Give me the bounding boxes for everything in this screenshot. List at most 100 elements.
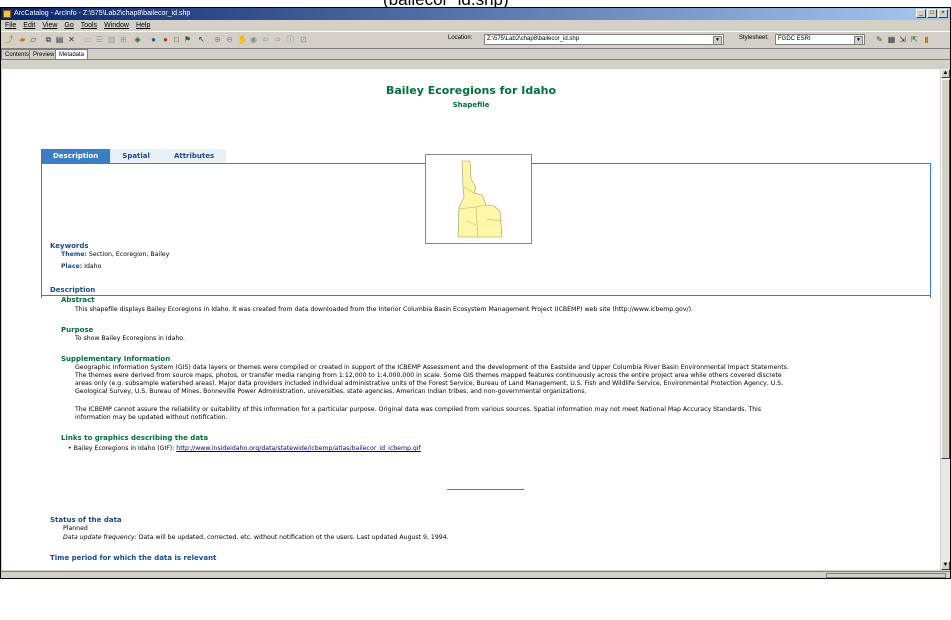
- theme-keywords: Theme: Section, Ecoregion, Bailey: [61, 251, 169, 259]
- update-frequency-label: Data update frequency:: [63, 534, 137, 541]
- menu-edit[interactable]: Edit: [23, 20, 35, 31]
- description-heading: Description: [50, 286, 96, 294]
- minimize-button[interactable]: _: [916, 9, 926, 18]
- supplementary-line-6: information may be updated without notif…: [75, 414, 228, 421]
- idaho-map-thumbnail: [457, 160, 503, 238]
- forward-icon[interactable]: ⇨: [273, 35, 282, 44]
- create-thumbnail-icon[interactable]: ⊡: [299, 35, 308, 44]
- tab-attributes[interactable]: Attributes: [161, 149, 227, 163]
- time-period-heading: Time period for which the data is releva…: [50, 554, 217, 562]
- location-input[interactable]: Z:\575\Lab2\chap8\bailecor_id.shp ▼: [484, 34, 724, 45]
- back-icon[interactable]: ⇦: [261, 35, 270, 44]
- arctoolbox-icon[interactable]: ●: [161, 35, 170, 44]
- thumbnails-icon[interactable]: ⊞: [119, 35, 128, 44]
- edit-metadata-icon[interactable]: ✎: [875, 35, 884, 44]
- theme-label: Theme:: [61, 251, 87, 258]
- zoom-out-icon[interactable]: ⊖: [225, 35, 234, 44]
- metadata-tabs: Description Spatial Attributes: [41, 149, 227, 163]
- menu-window[interactable]: Window: [104, 20, 129, 31]
- menu-tools[interactable]: Tools: [81, 20, 97, 31]
- keywords-heading: Keywords: [50, 242, 89, 250]
- panel-border-left: [41, 163, 42, 298]
- model-builder-icon[interactable]: ⚑: [183, 35, 192, 44]
- section-divider: [41, 295, 930, 296]
- window-title: ArcCatalog - ArcInfo - Z:\575\Lab2\chap8…: [14, 10, 191, 17]
- pan-icon[interactable]: ✋: [237, 35, 247, 44]
- thumbnail-image: [425, 154, 532, 244]
- doc-title: Bailey Ecoregions for Idaho: [385, 84, 557, 97]
- tab-preview[interactable]: Preview: [29, 49, 59, 59]
- zoom-in-icon[interactable]: ⊕: [213, 35, 222, 44]
- location-label: Location:: [448, 35, 473, 41]
- catalog-tree-icon[interactable]: ●: [149, 35, 158, 44]
- scroll-up-icon[interactable]: ▲: [941, 69, 950, 78]
- graphic-link[interactable]: http://www.insideidaho.org/data/statewid…: [176, 445, 420, 452]
- theme-value: Section, Ecoregion, Bailey: [88, 251, 170, 258]
- status-pane: [826, 573, 946, 578]
- title-bar[interactable]: ArcCatalog - ArcInfo - Z:\575\Lab2\chap8…: [1, 8, 950, 20]
- place-value: Idaho: [84, 263, 102, 270]
- update-frequency-value: Data will be updated, corrected, etc. wi…: [138, 534, 449, 541]
- identify-icon[interactable]: ⓘ: [286, 35, 295, 44]
- create-update-metadata-icon[interactable]: ▮: [922, 35, 931, 44]
- maximize-button[interactable]: □: [927, 9, 937, 18]
- tab-spatial[interactable]: Spatial: [110, 149, 162, 163]
- up-folder-icon[interactable]: ⤴: [5, 35, 14, 44]
- metadata-view: Bailey Ecoregions for Idaho Shapefile De…: [2, 69, 940, 570]
- arccatalog-window: ArcCatalog - ArcInfo - Z:\575\Lab2\chap8…: [0, 7, 951, 579]
- update-frequency: Data update frequency: Data will be upda…: [63, 534, 449, 542]
- large-icons-icon[interactable]: ▭: [83, 35, 92, 44]
- scroll-thumb[interactable]: [941, 79, 950, 459]
- toolbar: ⤴ ▰ ▱ ⧉ ▤ ✕ ▭ ☰ ▥ ⊞ ◈ ● ● □ ⚑ ↖ ⊕ ⊖ ✋ ◉ …: [1, 31, 950, 49]
- abstract-heading: Abstract: [61, 296, 95, 304]
- list-icon[interactable]: ☰: [95, 35, 104, 44]
- stylesheet-value: FGDC ESRI: [778, 36, 811, 42]
- command-line-icon[interactable]: □: [172, 35, 181, 44]
- stylesheet-select[interactable]: FGDC ESRI ▼: [775, 34, 865, 45]
- menu-help[interactable]: Help: [136, 20, 150, 31]
- supplementary-line-3: areas only (e.g. subsample watershed are…: [75, 380, 784, 387]
- menu-go[interactable]: Go: [64, 20, 73, 31]
- menu-bar: File Edit View Go Tools Window Help: [1, 20, 950, 31]
- chevron-down-icon[interactable]: ▼: [854, 36, 863, 45]
- menu-view[interactable]: View: [42, 20, 57, 31]
- status-bar: [1, 571, 950, 578]
- view-tabs: Contents Preview Metadata: [1, 49, 950, 60]
- location-value: Z:\575\Lab2\chap8\bailecor_id.shp: [487, 36, 580, 42]
- status-heading: Status of the data: [50, 516, 122, 524]
- app-icon: [3, 10, 11, 18]
- launch-arcmap-icon[interactable]: ◈: [133, 35, 142, 44]
- disconnect-folder-icon[interactable]: ▱: [29, 35, 38, 44]
- purpose-text: To show Bailey Ecoregions in Idaho.: [75, 335, 185, 342]
- place-label: Place:: [61, 263, 83, 270]
- connect-folder-icon[interactable]: ▰: [18, 35, 27, 44]
- menu-file[interactable]: File: [5, 20, 16, 31]
- full-extent-icon[interactable]: ◉: [249, 35, 258, 44]
- section-divider-short: [447, 489, 524, 490]
- link-prefix: Bailey Ecoregions in Idaho (GIF):: [73, 445, 175, 452]
- details-icon[interactable]: ▥: [107, 35, 116, 44]
- close-button[interactable]: ×: [938, 9, 948, 18]
- whats-this-icon[interactable]: ↖: [197, 35, 206, 44]
- chevron-down-icon[interactable]: ▼: [713, 36, 722, 45]
- status-value: Planned: [63, 525, 88, 532]
- metadata-properties-icon[interactable]: ▦: [887, 35, 896, 44]
- delete-icon[interactable]: ✕: [67, 35, 76, 44]
- supplementary-heading: Supplementary Information: [61, 355, 171, 363]
- vertical-scrollbar[interactable]: ▲ ▼: [941, 69, 950, 570]
- copy-icon[interactable]: ⧉: [44, 35, 53, 44]
- link-list-item: • Bailey Ecoregions in Idaho (GIF): http…: [68, 445, 421, 452]
- supplementary-line-2: The themes were derived from source maps…: [75, 372, 782, 379]
- tab-metadata[interactable]: Metadata: [55, 49, 89, 59]
- place-keywords: Place: Idaho: [61, 263, 101, 271]
- supplementary-line-1: Geographic Information System (GIS) data…: [75, 364, 789, 371]
- tab-description[interactable]: Description: [41, 149, 111, 163]
- purpose-heading: Purpose: [61, 326, 94, 334]
- scroll-down-icon[interactable]: ▼: [941, 561, 950, 570]
- links-heading: Links to graphics describing the data: [61, 434, 209, 442]
- export-metadata-icon[interactable]: ⇱: [910, 35, 919, 44]
- paste-icon[interactable]: ▤: [55, 35, 64, 44]
- import-metadata-icon[interactable]: ⇲: [898, 35, 907, 44]
- doc-subtitle: Shapefile: [452, 101, 490, 109]
- stylesheet-label: Stylesheet:: [739, 35, 769, 41]
